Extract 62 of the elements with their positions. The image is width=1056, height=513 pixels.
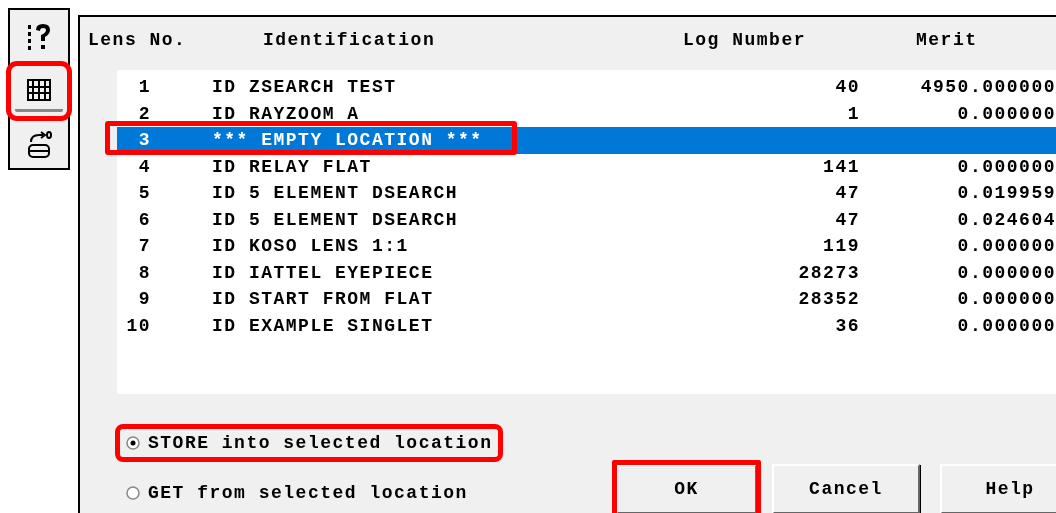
table-cell-text: ID EXAMPLE SINGLET xyxy=(212,315,435,336)
table-cell-text: *** EMPTY LOCATION *** xyxy=(212,130,484,151)
table-cell-text: 47 xyxy=(834,209,860,230)
list-row[interactable]: 10 ID EXAMPLE SINGLET 36 0.000000 xyxy=(117,312,1056,339)
list-row[interactable]: 8 ID IATTEL EYEPIECE 28273 0.000000 xyxy=(117,259,1056,286)
table-cell-text: ID RELAY FLAT xyxy=(212,156,373,177)
radio-icon xyxy=(126,486,140,500)
list-row[interactable]: 9 ID START FROM FLAT 28352 0.000000 xyxy=(117,286,1056,313)
list-row[interactable]: 6 ID 5 ELEMENT DSEARCH 47 0.024604 xyxy=(117,206,1056,233)
table-cell-text: 0.000000 xyxy=(956,262,1056,283)
radio-option[interactable]: STORE into selected location xyxy=(120,429,499,457)
table-cell-text: ID RAYZOOM A xyxy=(212,103,361,124)
dialog-button[interactable]: Cancel xyxy=(772,464,920,513)
column-header: Merit xyxy=(916,30,978,50)
table-cell-text: 28273 xyxy=(797,262,860,283)
table-cell-text: ID 5 ELEMENT DSEARCH xyxy=(212,209,460,230)
table-cell-text: ID 5 ELEMENT DSEARCH xyxy=(212,183,460,204)
option-label: GET from selected location xyxy=(148,483,468,503)
column-header: Identification xyxy=(263,30,437,50)
table-cell-text: 47 xyxy=(834,183,860,204)
table-cell-text: ID IATTEL EYEPIECE xyxy=(212,262,435,283)
table-cell-text: 7 xyxy=(137,236,151,257)
table-cell-text: 0.024604 xyxy=(956,209,1056,230)
table-cell-text: 10 xyxy=(125,315,151,336)
table-cell-text: 40 xyxy=(834,77,860,98)
list-row[interactable]: 2 ID RAYZOOM A 1 0.000000 xyxy=(117,100,1056,127)
table-cell-text: 0.000000 xyxy=(956,156,1056,177)
column-header: Log Number xyxy=(683,30,808,50)
table-cell-text: 0.019959 xyxy=(956,183,1056,204)
option-label: STORE into selected location xyxy=(148,433,493,453)
table-cell-text: ID KOSO LENS 1:1 xyxy=(212,236,410,257)
dialog-button[interactable]: Help xyxy=(940,464,1056,513)
drum-arrow-icon xyxy=(25,130,53,160)
list-row[interactable]: 5 ID 5 ELEMENT DSEARCH 47 0.019959 xyxy=(117,180,1056,207)
table-cell-text: 36 xyxy=(834,315,860,336)
table-cell-text: 0.000000 xyxy=(956,289,1056,310)
table-cell-text: 1 xyxy=(846,103,860,124)
table-cell-text: 0.000000 xyxy=(956,236,1056,257)
table-cell-text: ID START FROM FLAT xyxy=(212,289,435,310)
table-cell-text: 0.000000 xyxy=(956,103,1056,124)
dialog-button[interactable]: OK xyxy=(616,464,757,513)
table-cell-text: 4950.000000 xyxy=(919,77,1056,98)
table-cell-text: 6 xyxy=(137,209,151,230)
table-cell-text: 3 xyxy=(137,130,151,151)
table-cell-text: 141 xyxy=(822,156,860,177)
table-cell-text: 1 xyxy=(137,77,151,98)
table-cell-text: 0.000000 xyxy=(956,315,1056,336)
table-cell-text: 5 xyxy=(137,183,151,204)
list-row[interactable]: 3 *** EMPTY LOCATION *** xyxy=(117,127,1056,154)
list-row[interactable]: 4 ID RELAY FLAT 141 0.000000 xyxy=(117,153,1056,180)
list-row[interactable]: 7 ID KOSO LENS 1:1 119 0.000000 xyxy=(117,233,1056,260)
table-cell-text: ID ZSEARCH TEST xyxy=(212,77,398,98)
table-cell-text: 28352 xyxy=(797,289,860,310)
column-header: Lens No. xyxy=(87,30,188,50)
table-cell-text: 4 xyxy=(137,156,151,177)
table-cell-text: 9 xyxy=(137,289,151,310)
list-row[interactable]: 1 ID ZSEARCH TEST 40 4950.000000 xyxy=(117,74,1056,101)
radio-icon xyxy=(126,436,140,450)
table-cell-text: 8 xyxy=(137,262,151,283)
table-cell-text: 2 xyxy=(137,103,151,124)
radio-option[interactable]: GET from selected location xyxy=(120,479,474,507)
table-cell-text: 119 xyxy=(822,236,860,257)
